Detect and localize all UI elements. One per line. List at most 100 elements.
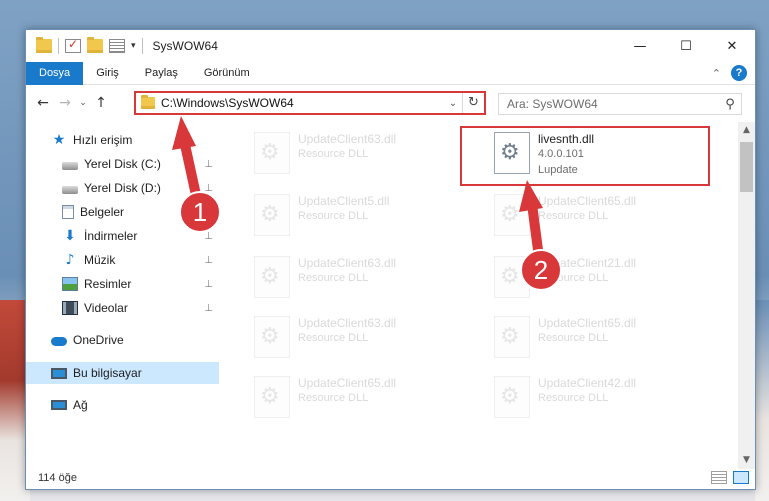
explorer-window: ▾ SysWOW64 — ☐ ✕ Dosya Giriş Paylaş Görü… — [25, 29, 756, 490]
file-tile[interactable]: UpdateClient21.dll Resource DLL — [486, 250, 711, 306]
documents-icon — [62, 205, 74, 219]
file-name: UpdateClient21.dll — [538, 256, 637, 270]
file-name: UpdateClient63.dll — [298, 316, 397, 330]
file-tile[interactable]: UpdateClient65.dll Resource DLL — [486, 188, 711, 244]
up-arrow-icon[interactable]: ↑ — [90, 95, 112, 111]
sidebar-item-documents[interactable]: Belgeler ⊥ — [26, 201, 219, 223]
tiles-view-icon[interactable] — [733, 471, 749, 484]
sidebar-item-label: Bu bilgisayar — [73, 366, 142, 380]
dll-file-icon — [254, 376, 290, 418]
sidebar-item-network[interactable]: Ağ — [26, 394, 219, 416]
file-tile[interactable]: UpdateClient42.dll Resource DLL — [486, 370, 711, 426]
sidebar-item-label: OneDrive — [73, 333, 124, 347]
address-dropdown-icon[interactable]: ⌄ — [444, 98, 462, 109]
pin-icon: ⊥ — [204, 206, 213, 218]
music-icon: ♪ — [65, 252, 75, 268]
address-path[interactable]: C:\Windows\SysWOW64 — [161, 96, 444, 110]
scrollbar-thumb[interactable] — [740, 142, 753, 192]
details-view-icon[interactable] — [711, 471, 727, 484]
tab-view[interactable]: Görünüm — [191, 62, 263, 85]
sidebar-item-music[interactable]: ♪ Müzik ⊥ — [26, 249, 219, 271]
sidebar-item-label: Resimler — [84, 277, 132, 291]
sidebar-item-quick-access[interactable]: ★ Hızlı erişim — [26, 129, 219, 151]
pin-icon: ⊥ — [204, 278, 213, 290]
file-description: Resource DLL — [298, 148, 369, 160]
divider — [141, 38, 143, 54]
file-tile[interactable]: UpdateClient63.dll Resource DLL — [246, 250, 471, 306]
dll-file-icon — [254, 194, 290, 236]
tab-home[interactable]: Giriş — [83, 62, 132, 85]
sidebar-item-onedrive[interactable]: OneDrive — [26, 329, 219, 351]
file-tile[interactable]: UpdateClient65.dll Resource DLL — [246, 370, 471, 426]
sidebar-item-local-disk-d[interactable]: Yerel Disk (D:) ⊥ — [26, 177, 219, 199]
sidebar-item-label: Hızlı erişim — [73, 133, 133, 147]
file-tile[interactable]: UpdateClient63.dll Resource DLL — [246, 126, 471, 182]
tab-share[interactable]: Paylaş — [132, 62, 191, 85]
close-button[interactable]: ✕ — [709, 30, 755, 62]
customize-toolbar-dropdown[interactable]: ▾ — [131, 41, 136, 51]
sidebar-item-local-disk-c[interactable]: Yerel Disk (C:) ⊥ — [26, 153, 219, 175]
maximize-button[interactable]: ☐ — [663, 30, 709, 62]
sidebar-item-downloads[interactable]: ⬇ İndirmeler ⊥ — [26, 225, 219, 247]
sidebar-item-pictures[interactable]: Resimler ⊥ — [26, 273, 219, 295]
properties-icon[interactable] — [65, 37, 81, 53]
search-input[interactable]: Ara: SysWOW64 — [507, 97, 719, 111]
file-name: UpdateClient63.dll — [298, 132, 397, 146]
file-tile[interactable]: UpdateClient65.dll Resource DLL — [486, 310, 711, 366]
recent-locations-dropdown-icon[interactable]: ⌄ — [76, 98, 90, 108]
dll-file-icon — [494, 376, 530, 418]
view-toggle — [711, 471, 749, 484]
drive-icon — [62, 161, 78, 170]
refresh-icon[interactable]: ↻ — [462, 93, 484, 113]
file-name: UpdateClient65.dll — [298, 376, 397, 390]
search-icon[interactable]: ⚲ — [719, 97, 741, 112]
file-tile[interactable]: UpdateClient63.dll Resource DLL — [246, 310, 471, 366]
onedrive-icon — [51, 337, 67, 346]
divider — [58, 38, 59, 54]
sidebar-item-label: Müzik — [84, 253, 116, 267]
scroll-up-icon[interactable]: ▲ — [738, 122, 755, 139]
sidebar-item-label: Videolar — [84, 301, 128, 315]
help-icon[interactable]: ? — [731, 65, 747, 81]
file-description: Resource DLL — [298, 392, 369, 404]
expand-ribbon-icon[interactable]: ⌃ — [712, 67, 721, 80]
desktop-background-right — [755, 300, 769, 501]
pin-icon: ⊥ — [204, 158, 213, 170]
sidebar-item-label: Ağ — [73, 398, 88, 412]
vertical-scrollbar[interactable]: ▲ ▼ — [738, 122, 755, 469]
dll-file-icon — [254, 132, 290, 174]
navigation-pane: ★ Hızlı erişim Yerel Disk (C:) ⊥ Yerel D… — [26, 122, 219, 462]
downloads-icon: ⬇ — [64, 228, 76, 244]
file-name: UpdateClient63.dll — [298, 256, 397, 270]
forward-arrow-icon[interactable]: → — [54, 95, 76, 111]
search-box[interactable]: Ara: SysWOW64 ⚲ — [498, 93, 742, 115]
tab-file[interactable]: Dosya — [26, 61, 84, 85]
new-folder-icon[interactable] — [87, 37, 103, 53]
view-options-icon[interactable] — [109, 39, 125, 53]
minimize-button[interactable]: — — [617, 30, 663, 62]
highlight-box — [460, 126, 710, 186]
star-icon: ★ — [52, 132, 66, 148]
sidebar-item-label: Belgeler — [80, 205, 125, 219]
file-description: Resource DLL — [538, 392, 609, 404]
this-pc-icon — [51, 367, 67, 379]
address-bar[interactable]: C:\Windows\SysWOW64 ⌄ ↻ — [134, 91, 486, 115]
ribbon-tabs: Dosya Giriş Paylaş Görünüm ⌃ ? — [26, 61, 755, 85]
dll-file-icon — [254, 316, 290, 358]
dll-file-icon — [494, 194, 530, 236]
file-description: Resource DLL — [298, 210, 369, 222]
pin-icon: ⊥ — [204, 230, 213, 242]
pin-icon: ⊥ — [204, 302, 213, 314]
sidebar-item-videos[interactable]: Videolar ⊥ — [26, 297, 219, 319]
drive-icon — [62, 185, 78, 194]
file-name: UpdateClient65.dll — [538, 316, 637, 330]
folder-icon — [36, 37, 52, 53]
file-tile[interactable]: UpdateClient5.dll Resource DLL — [246, 188, 471, 244]
back-arrow-icon[interactable]: ← — [32, 95, 54, 111]
sidebar-item-label: Yerel Disk (D:) — [84, 181, 161, 195]
file-description: Resource DLL — [538, 210, 609, 222]
dll-file-icon — [494, 316, 530, 358]
sidebar-item-label: Yerel Disk (C:) — [84, 157, 161, 171]
sidebar-item-this-pc[interactable]: Bu bilgisayar — [26, 362, 219, 384]
ribbon-right-controls: ⌃ ? — [712, 65, 747, 81]
